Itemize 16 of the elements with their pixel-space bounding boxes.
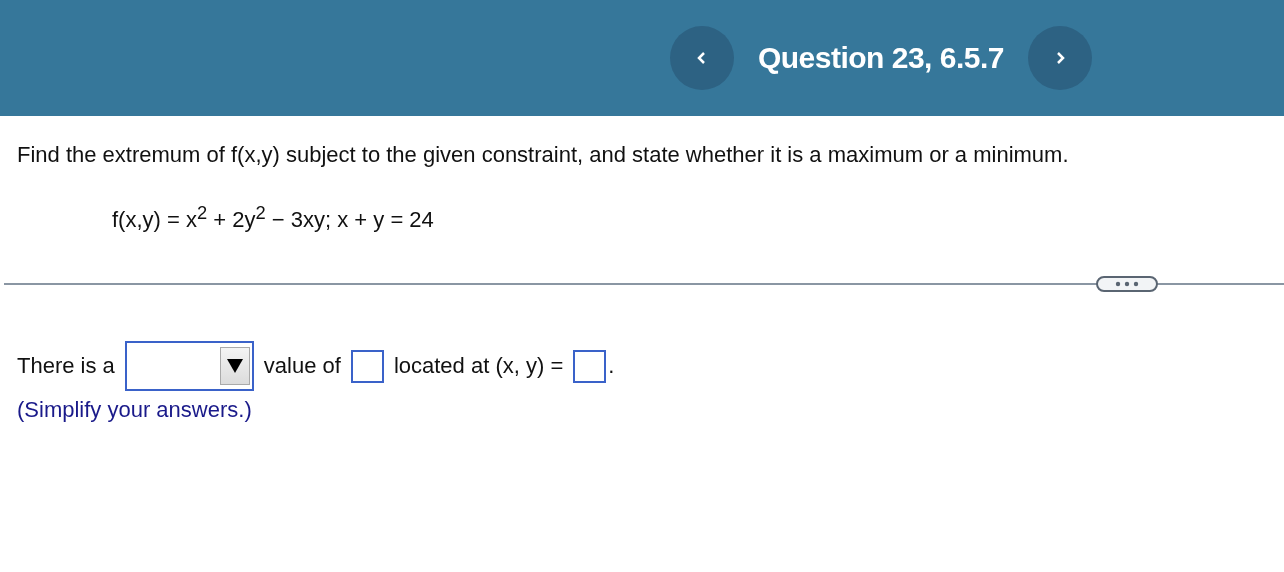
ellipsis-icon <box>1114 281 1140 288</box>
chevron-right-icon <box>1054 50 1066 66</box>
answer-input-field[interactable] <box>573 349 607 383</box>
answer-text: There is a <box>17 353 115 380</box>
answer-input-field[interactable] <box>350 349 384 383</box>
question-title: Question 23, 6.5.7 <box>757 41 1004 75</box>
answer-dropdown[interactable] <box>124 341 254 392</box>
dropdown-arrow-icon <box>225 358 244 375</box>
formula-text: f(x,y) = x$^{2}$ + 2y$^{2}$ − 3xy; x + y = 24 <box>112 202 435 234</box>
answer-text: value of <box>263 353 341 380</box>
hint-text: (Simplify your answers.) <box>17 397 253 424</box>
more-button[interactable] <box>1096 276 1158 293</box>
chevron-left-icon <box>695 50 708 66</box>
answer-text: located at (x, y) = <box>393 353 564 380</box>
question-text: Find the extremum of f(x,y) subject to the given constraint, and state whether it is a maximum or a minimum. <box>17 142 1070 168</box>
period-text: . <box>608 353 615 380</box>
